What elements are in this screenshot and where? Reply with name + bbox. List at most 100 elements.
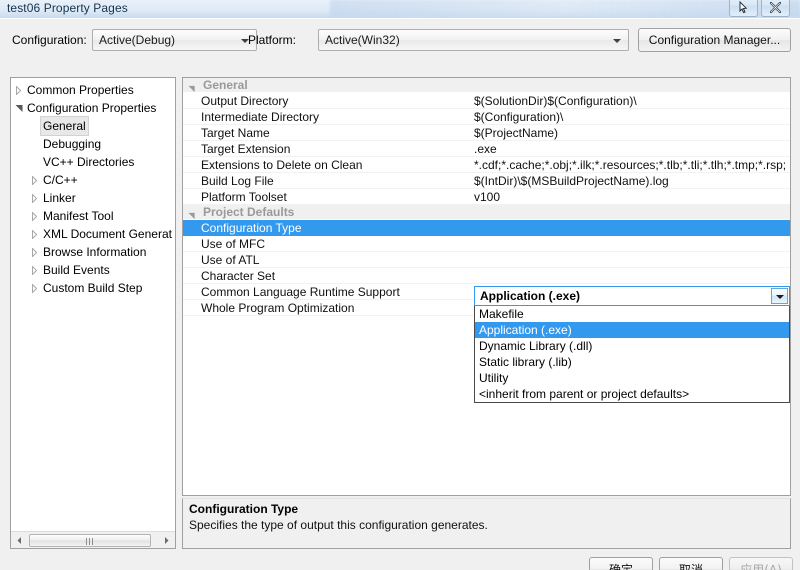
configuration-type-combo[interactable]: Application (.exe) bbox=[474, 286, 790, 306]
tree-item-configuration-properties[interactable]: Configuration Properties bbox=[11, 99, 175, 117]
cancel-button[interactable]: 取消 bbox=[659, 557, 723, 570]
chevron-right-icon[interactable] bbox=[27, 261, 41, 279]
platform-combo[interactable]: Active(Win32) bbox=[318, 29, 629, 51]
property-name: Build Log File bbox=[201, 174, 274, 188]
configuration-label: Configuration: bbox=[12, 33, 87, 47]
property-value[interactable]: $(SolutionDir)$(Configuration)\ bbox=[474, 93, 786, 109]
properties-tree[interactable]: Common Properties Configuration Propertie… bbox=[10, 77, 176, 549]
configuration-combo[interactable]: Active(Debug) bbox=[92, 29, 257, 51]
tree-item-manifest-tool[interactable]: Manifest Tool bbox=[11, 207, 175, 225]
property-value[interactable]: v100 bbox=[474, 189, 786, 205]
chevron-right-icon[interactable] bbox=[27, 189, 41, 207]
configuration-type-dropdown-list[interactable]: Makefile Application (.exe) Dynamic Librar… bbox=[474, 306, 790, 403]
tree-item-vc-directories[interactable]: VC++ Directories bbox=[11, 153, 175, 171]
tree-item-common-properties[interactable]: Common Properties bbox=[11, 81, 175, 99]
property-name: Whole Program Optimization bbox=[201, 301, 355, 315]
window-title: test06 Property Pages bbox=[7, 1, 128, 15]
property-name: Character Set bbox=[201, 269, 276, 283]
tree-item-custom-build-step[interactable]: Custom Build Step bbox=[11, 279, 175, 297]
tree-clip: Common Properties Configuration Propertie… bbox=[11, 78, 175, 526]
tree-horizontal-scrollbar[interactable] bbox=[11, 531, 175, 548]
tree-item-browse-information[interactable]: Browse Information bbox=[11, 243, 175, 261]
property-row[interactable]: Target Extension .exe bbox=[183, 141, 790, 157]
dropdown-option[interactable]: Utility bbox=[475, 370, 789, 386]
property-name: Platform Toolset bbox=[201, 190, 287, 204]
property-row[interactable]: Use of ATL bbox=[183, 252, 790, 268]
tree-item-label: XML Document Generat bbox=[43, 227, 172, 241]
configuration-type-value: Application (.exe) bbox=[480, 289, 581, 303]
property-value[interactable]: .exe bbox=[474, 141, 786, 157]
chevron-right-icon[interactable] bbox=[27, 225, 41, 243]
chevron-down-icon bbox=[613, 39, 621, 43]
dropdown-option[interactable]: Static library (.lib) bbox=[475, 354, 789, 370]
property-value[interactable]: $(Configuration)\ bbox=[474, 109, 786, 125]
scrollbar-grip bbox=[86, 538, 94, 545]
tree-item-linker[interactable]: Linker bbox=[11, 189, 175, 207]
property-value[interactable]: $(ProjectName) bbox=[474, 125, 786, 141]
property-value[interactable]: $(IntDir)\$(MSBuildProjectName).log bbox=[474, 173, 786, 189]
platform-label: Platform: bbox=[248, 33, 297, 47]
tree-item-label: C/C++ bbox=[43, 173, 78, 187]
dialog-footer: 确定 取消 应用(A) bbox=[0, 551, 800, 570]
chevron-right-icon[interactable] bbox=[27, 171, 41, 189]
help-button[interactable] bbox=[729, 0, 758, 17]
property-name: Configuration Type bbox=[201, 221, 302, 235]
chevron-down-icon[interactable] bbox=[11, 99, 25, 117]
property-grid[interactable]: General Output Directory $(SolutionDir)$(C… bbox=[182, 77, 791, 496]
chevron-right-icon[interactable] bbox=[11, 81, 25, 99]
chevron-right-icon[interactable] bbox=[27, 243, 41, 261]
tree-item-debugging[interactable]: Debugging bbox=[11, 135, 175, 153]
configuration-manager-button[interactable]: Configuration Manager... bbox=[638, 28, 791, 52]
ok-button[interactable]: 确定 bbox=[589, 557, 653, 570]
scroll-left-button[interactable] bbox=[12, 533, 27, 548]
dropdown-option[interactable]: Makefile bbox=[475, 306, 789, 322]
property-name: Extensions to Delete on Clean bbox=[201, 158, 363, 172]
property-value[interactable]: *.cdf;*.cache;*.obj;*.ilk;*.resources;*.… bbox=[474, 157, 786, 173]
dropdown-option[interactable]: Application (.exe) bbox=[475, 322, 789, 338]
property-row[interactable]: Platform Toolset v100 bbox=[183, 189, 790, 205]
property-name: Target Name bbox=[201, 126, 270, 140]
property-row[interactable]: Output Directory $(SolutionDir)$(Configur… bbox=[183, 93, 790, 109]
chevron-right-icon[interactable] bbox=[27, 207, 41, 225]
tree-item-label: Build Events bbox=[43, 263, 110, 277]
tree-item-build-events[interactable]: Build Events bbox=[11, 261, 175, 279]
tree-item-label: VC++ Directories bbox=[43, 155, 135, 169]
category-label: General bbox=[203, 78, 248, 92]
platform-combo-value: Active(Win32) bbox=[325, 33, 400, 47]
description-pane: Configuration Type Specifies the type of… bbox=[182, 498, 791, 549]
close-icon bbox=[769, 1, 782, 14]
property-row[interactable]: Intermediate Directory $(Configuration)\ bbox=[183, 109, 790, 125]
tree-item-label: Debugging bbox=[43, 137, 102, 151]
configuration-type-dropdown-button[interactable] bbox=[771, 288, 788, 304]
scroll-right-button[interactable] bbox=[159, 533, 174, 548]
chevron-down-icon bbox=[776, 295, 784, 299]
chevron-right-icon[interactable] bbox=[27, 279, 41, 297]
property-row[interactable]: Character Set bbox=[183, 268, 790, 284]
property-name: Use of MFC bbox=[201, 237, 266, 251]
tree-item-general[interactable]: General bbox=[11, 116, 175, 136]
property-grid-rows: General Output Directory $(SolutionDir)$(C… bbox=[183, 78, 790, 316]
property-row[interactable]: Use of MFC bbox=[183, 236, 790, 252]
property-row[interactable]: Target Name $(ProjectName) bbox=[183, 125, 790, 141]
scrollbar-thumb[interactable] bbox=[29, 534, 151, 547]
tree-item-label: Configuration Properties bbox=[27, 101, 157, 115]
tree-item-label: General bbox=[40, 116, 89, 136]
tree-item-label: Linker bbox=[43, 191, 76, 205]
tree-item-label: Browse Information bbox=[43, 245, 147, 259]
category-row[interactable]: Project Defaults bbox=[183, 205, 790, 220]
tree-item-label: Custom Build Step bbox=[43, 281, 143, 295]
property-row[interactable]: Configuration Type bbox=[183, 220, 790, 236]
property-row[interactable]: Extensions to Delete on Clean *.cdf;*.cac… bbox=[183, 157, 790, 173]
description-text: Specifies the type of output this config… bbox=[189, 518, 488, 532]
dropdown-option[interactable]: <inherit from parent or project defaults… bbox=[475, 386, 789, 402]
chevron-left-icon bbox=[17, 537, 21, 544]
category-row[interactable]: General bbox=[183, 78, 790, 93]
close-button[interactable] bbox=[761, 0, 790, 17]
tree-item-c-c[interactable]: C/C++ bbox=[11, 171, 175, 189]
property-row[interactable]: Build Log File $(IntDir)\$(MSBuildProject… bbox=[183, 173, 790, 189]
tree-item-xml-document-generat[interactable]: XML Document Generat bbox=[11, 225, 175, 243]
dropdown-option[interactable]: Dynamic Library (.dll) bbox=[475, 338, 789, 354]
property-name: Common Language Runtime Support bbox=[201, 285, 400, 299]
configuration-combo-value: Active(Debug) bbox=[99, 33, 176, 47]
